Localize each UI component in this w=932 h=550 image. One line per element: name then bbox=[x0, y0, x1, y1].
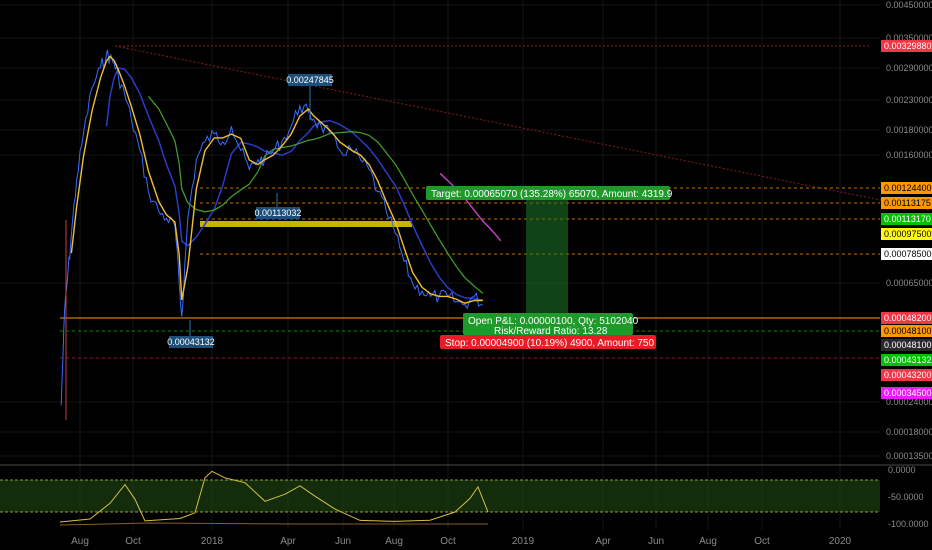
time-axis-label: Aug bbox=[71, 536, 89, 547]
time-axis-label: Apr bbox=[595, 536, 611, 547]
annotation-mid-text: 0.00113032 bbox=[255, 208, 302, 218]
price-chart[interactable]: 0.00247845 0.00113032 0.00043132 Target:… bbox=[0, 0, 932, 550]
price-tag-text: 0.00124400 bbox=[884, 183, 932, 193]
price-tag-text: 0.00043200 bbox=[884, 370, 932, 380]
stop-label[interactable]: Stop: 0.00004900 (10.19%) 4900, Amount: … bbox=[440, 335, 656, 349]
price-tag-text: 0.00048200 bbox=[884, 313, 932, 323]
rsi-axis-label: 0.0000 bbox=[888, 465, 916, 475]
annotation-mid: 0.00113032 bbox=[255, 193, 302, 219]
price-tag: 0.00078500 bbox=[881, 248, 932, 260]
time-axis-label: 2018 bbox=[201, 536, 224, 547]
price-tag-text: 0.00043132 bbox=[884, 355, 932, 365]
rsi-pane[interactable] bbox=[0, 470, 880, 526]
rsi-axis-label: -100.0000 bbox=[888, 519, 929, 529]
price-tag: 0.00124400 bbox=[881, 182, 932, 194]
price-axis-label: 0.00013500 bbox=[886, 451, 932, 461]
time-axis-label: 2020 bbox=[829, 536, 852, 547]
price-tag: 0.00043132 bbox=[881, 354, 932, 366]
target-label-text: Target: 0.00065070 (135.28%) 65070, Amou… bbox=[431, 189, 673, 200]
time-axis[interactable]: Aug Oct 2018 Apr Jun Aug Oct 2019 Apr Jun Aug Oct 20… bbox=[71, 536, 851, 547]
price-tag-text: 0.00034500 bbox=[884, 388, 932, 398]
time-axis-label: Oct bbox=[440, 536, 456, 547]
price-tag: 0.00113170 bbox=[881, 213, 932, 225]
rsi-axis-label: -50.0000 bbox=[888, 492, 924, 502]
price-axis-label: 0.00065000 bbox=[886, 278, 932, 288]
price-tag-text: 0.00113170 bbox=[884, 214, 931, 224]
price-tag-text: 0.00048100 bbox=[884, 340, 932, 350]
price-tag: 0.00034500 bbox=[881, 387, 932, 399]
price-tags: 0.00329880 0.00124400 0.00113175 0.00113170… bbox=[881, 40, 932, 399]
stop-label-text: Stop: 0.00004900 (10.19%) 4900, Amount: … bbox=[445, 338, 654, 349]
price-line bbox=[60, 49, 483, 406]
chart-stage[interactable]: 0.00247845 0.00113032 0.00043132 Target:… bbox=[0, 0, 932, 550]
annotation-high-text: 0.00247845 bbox=[286, 75, 334, 85]
rsi-band bbox=[0, 480, 880, 512]
price-tag: 0.00097500 bbox=[881, 228, 932, 240]
price-tag-text: 0.00097500 bbox=[884, 229, 932, 239]
price-axis-label: 0.00018000 bbox=[886, 427, 932, 437]
time-axis-label: Oct bbox=[125, 536, 141, 547]
price-tag-text: 0.00078500 bbox=[884, 249, 932, 259]
time-axis-label: Oct bbox=[754, 536, 770, 547]
price-tag-text: 0.00113175 bbox=[884, 198, 931, 208]
price-axis-label: 0.00160000 bbox=[886, 150, 932, 160]
target-zone[interactable] bbox=[526, 200, 568, 316]
price-axis-label: 0.00230000 bbox=[886, 95, 932, 105]
price-tag-text: 0.00329880 bbox=[884, 41, 932, 51]
price-tag: 0.00329880 bbox=[881, 40, 932, 52]
rsi-baseline bbox=[59, 522, 488, 526]
time-axis-label: Aug bbox=[385, 536, 403, 547]
price-tag: 0.00048100 bbox=[881, 325, 932, 337]
price-tag: 0.00048200 bbox=[881, 312, 932, 324]
time-axis-label: Jun bbox=[648, 536, 664, 547]
price-tag: 0.00043200 bbox=[881, 369, 932, 381]
ma-blue-line bbox=[105, 67, 483, 301]
time-axis-label: Aug bbox=[699, 536, 717, 547]
yellow-zone[interactable] bbox=[200, 221, 412, 227]
time-axis-label: 2019 bbox=[512, 536, 535, 547]
annotation-low: 0.00043132 bbox=[167, 320, 215, 348]
ma-magenta-line bbox=[439, 172, 502, 242]
price-annotations: 0.00247845 0.00113032 0.00043132 bbox=[167, 74, 334, 348]
price-axis-label: 0.00290000 bbox=[886, 63, 932, 73]
price-tag-text: 0.00048100 bbox=[884, 326, 932, 336]
price-axis-label: 0.00180000 bbox=[886, 125, 932, 135]
target-label[interactable]: Target: 0.00065070 (135.28%) 65070, Amou… bbox=[426, 186, 673, 200]
time-axis-label: Jun bbox=[335, 536, 351, 547]
rsi-axis[interactable]: 0.0000 -50.0000 -100.0000 bbox=[888, 465, 929, 529]
price-tag: 0.00113175 bbox=[881, 197, 932, 209]
price-axis-label: 0.00450000 bbox=[886, 0, 932, 10]
time-axis-label: Apr bbox=[280, 536, 296, 547]
price-tag: 0.00048100 bbox=[881, 339, 932, 351]
open-pnl-label[interactable]: Open P&L: 0.00000100, Qty: 5102040 Risk/… bbox=[463, 313, 639, 337]
annotation-low-text: 0.00043132 bbox=[167, 337, 215, 347]
annotation-high: 0.00247845 bbox=[286, 74, 334, 120]
